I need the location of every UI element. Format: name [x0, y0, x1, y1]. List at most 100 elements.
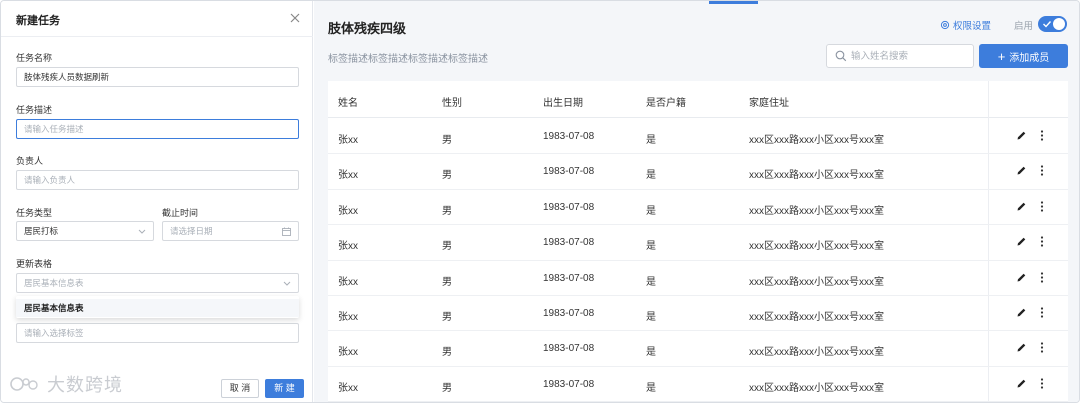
edit-icon[interactable] [1016, 130, 1027, 141]
cell-gender: 男 [442, 347, 452, 359]
cell-household: 是 [646, 241, 656, 253]
tab-indicator [709, 1, 758, 4]
more-vertical-icon[interactable] [1040, 271, 1044, 284]
edit-icon[interactable] [1016, 201, 1027, 212]
more-vertical-icon[interactable] [1040, 129, 1044, 142]
tags-input[interactable]: 请输入选择标签 [16, 323, 299, 343]
table-row: 张xx 男 1983-07-08 是 xxx区xxx路xxx小区xxx号xxx室 [328, 154, 1068, 190]
dropdown-option[interactable]: 居民基本信息表 [16, 299, 299, 317]
edit-icon[interactable] [1016, 307, 1027, 318]
panel-title: 新建任务 [16, 15, 60, 27]
panel-header: 新建任务 [1, 1, 313, 37]
edit-icon[interactable] [1016, 165, 1027, 176]
watermark: 大数跨境 [9, 373, 123, 395]
column-header-household: 是否户籍 [646, 98, 686, 109]
table-row: 张xx 男 1983-07-08 是 xxx区xxx路xxx小区xxx号xxx室 [328, 225, 1068, 261]
cell-birthdate: 1983-07-08 [543, 272, 595, 284]
chevron-down-icon [283, 274, 291, 292]
cell-name: 张xx [338, 241, 358, 253]
add-member-button[interactable]: + 添加成员 [979, 44, 1068, 68]
task-type-select[interactable]: 居民打标 [16, 221, 154, 241]
table-row: 张xx 男 1983-07-08 是 xxx区xxx路xxx小区xxx号xxx室 [328, 190, 1068, 226]
more-vertical-icon[interactable] [1040, 200, 1044, 213]
cell-name: 张xx [338, 135, 358, 146]
watermark-text: 大数跨境 [47, 375, 123, 395]
task-type-value: 居民打标 [24, 226, 59, 236]
cell-birthdate: 1983-07-08 [543, 343, 595, 355]
search-icon [835, 50, 847, 62]
cell-address: xxx区xxx路xxx小区xxx号xxx室 [749, 241, 884, 253]
edit-icon[interactable] [1016, 236, 1027, 247]
create-button[interactable]: 新 建 [265, 379, 304, 398]
cell-name: 张xx [338, 347, 358, 359]
deadline-placeholder: 请选择日期 [170, 226, 213, 236]
more-vertical-icon[interactable] [1040, 164, 1044, 177]
search-box [826, 44, 974, 68]
search-input[interactable] [851, 45, 969, 67]
column-header-birthdate: 出生日期 [543, 98, 583, 109]
watermark-logo-icon [10, 377, 38, 391]
edit-icon[interactable] [1016, 342, 1027, 353]
cell-gender: 男 [442, 241, 452, 253]
permission-settings-link[interactable]: 权限设置 [940, 18, 991, 32]
edit-icon[interactable] [1016, 378, 1027, 389]
cell-birthdate: 1983-07-08 [543, 166, 595, 178]
cell-address: xxx区xxx路xxx小区xxx号xxx室 [749, 135, 884, 146]
cell-birthdate: 1983-07-08 [543, 131, 595, 142]
cell-name: 张xx [338, 170, 358, 182]
cancel-button[interactable]: 取 消 [221, 379, 259, 398]
owner-label: 负责人 [16, 156, 44, 166]
cell-birthdate: 1983-07-08 [543, 201, 595, 213]
cell-address: xxx区xxx路xxx小区xxx号xxx室 [749, 170, 884, 182]
toggle-knob [1053, 18, 1065, 30]
table-row: 张xx 男 1983-07-08 是 xxx区xxx路xxx小区xxx号xxx室 [328, 261, 1068, 296]
close-icon[interactable] [288, 11, 302, 25]
table-row: 张xx 男 1983-07-08 是 xxx区xxx路xxx小区xxx号xxx室 [328, 296, 1068, 332]
page-title: 肢体残疾四级 [328, 21, 407, 36]
update-table-dropdown: 居民基本信息表 [16, 296, 299, 318]
task-name-label: 任务名称 [16, 53, 53, 63]
calendar-icon [282, 222, 291, 240]
column-header-gender: 性别 [442, 98, 462, 109]
cell-gender: 男 [442, 205, 452, 217]
cell-gender: 男 [442, 382, 452, 394]
cell-address: xxx区xxx路xxx小区xxx号xxx室 [749, 312, 884, 323]
table-header: 姓名 性别 出生日期 是否户籍 家庭住址 [328, 81, 1068, 118]
cell-household: 是 [646, 312, 656, 323]
enable-label: 启用 [1014, 21, 1034, 32]
cell-household: 是 [646, 135, 656, 146]
cell-household: 是 [646, 347, 656, 359]
more-vertical-icon[interactable] [1040, 341, 1044, 354]
owner-input[interactable]: 请输入负责人 [16, 170, 299, 190]
cell-gender: 男 [442, 135, 452, 146]
task-name-input[interactable]: 肢体残疾人员数据刷新 [16, 67, 299, 87]
cell-address: xxx区xxx路xxx小区xxx号xxx室 [749, 382, 884, 394]
update-table-label: 更新表格 [16, 259, 53, 269]
app-frame: 新建任务 任务名称 肢体残疾人员数据刷新 任务描述 请输入任务描述 负责人 请输… [0, 0, 1080, 403]
cell-name: 张xx [338, 276, 358, 288]
add-member-label: 添加成员 [1009, 52, 1050, 64]
chevron-down-icon [138, 222, 146, 240]
column-header-name: 姓名 [338, 98, 358, 109]
more-vertical-icon[interactable] [1040, 306, 1044, 319]
table-row: 张xx 男 1983-07-08 是 xxx区xxx路xxx小区xxx号xxx室 [328, 331, 1068, 367]
more-vertical-icon[interactable] [1040, 377, 1044, 390]
cell-name: 张xx [338, 312, 358, 323]
cell-name: 张xx [338, 205, 358, 217]
deadline-picker[interactable]: 请选择日期 [162, 221, 299, 241]
page-description: 标签描述标签描述标签描述标签描述 [328, 54, 488, 65]
update-table-placeholder: 居民基本信息表 [24, 278, 84, 288]
permission-settings-label: 权限设置 [953, 21, 992, 32]
column-header-address: 家庭住址 [749, 98, 789, 109]
update-table-select[interactable]: 居民基本信息表 [16, 273, 299, 293]
cell-address: xxx区xxx路xxx小区xxx号xxx室 [749, 276, 884, 288]
gear-icon [940, 20, 950, 30]
table-row: 张xx 男 1983-07-08 是 xxx区xxx路xxx小区xxx号xxx室 [328, 367, 1068, 402]
cell-address: xxx区xxx路xxx小区xxx号xxx室 [749, 347, 884, 359]
task-desc-input[interactable]: 请输入任务描述 [16, 119, 299, 139]
enable-toggle[interactable] [1038, 16, 1067, 32]
cell-household: 是 [646, 276, 656, 288]
table-row: 张xx 男 1983-07-08 是 xxx区xxx路xxx小区xxx号xxx室 [328, 119, 1068, 155]
more-vertical-icon[interactable] [1040, 235, 1044, 248]
edit-icon[interactable] [1016, 272, 1027, 283]
